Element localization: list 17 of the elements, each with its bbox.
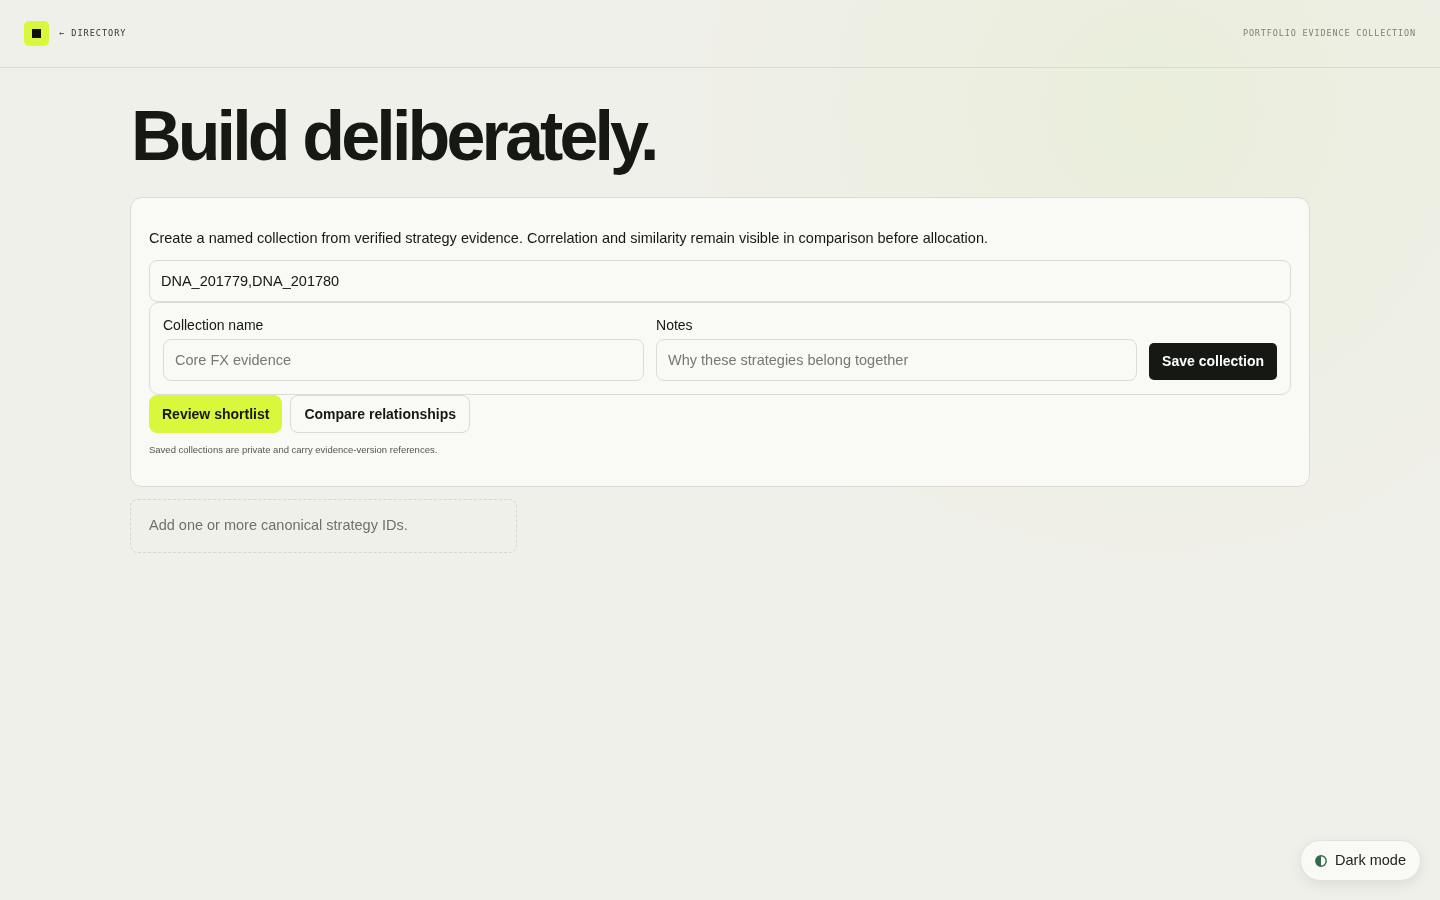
save-collection-button[interactable]: Save collection	[1149, 343, 1277, 380]
strategy-ids-field[interactable]: DNA_201779,DNA_201780	[149, 260, 1291, 302]
section-label: PORTFOLIO EVIDENCE COLLECTION	[1242, 27, 1416, 40]
back-link[interactable]: ← DIRECTORY	[59, 27, 127, 40]
dark-mode-toggle[interactable]: Dark mode	[1300, 840, 1421, 881]
logo-icon[interactable]	[24, 21, 49, 46]
field-label: Collection name	[163, 316, 264, 334]
footnote: Saved collections are private and carry evidence-version references.	[149, 444, 438, 456]
compare-relationships-button[interactable]: Compare relationships	[290, 395, 471, 433]
field-label: Notes	[656, 316, 693, 334]
half-circle-icon	[1315, 854, 1328, 867]
empty-state-text: Add one or more canonical strategy IDs.	[149, 516, 408, 536]
page-heading: Build deliberately.	[131, 96, 656, 177]
text-input-field[interactable]: Why these strategies belong together	[656, 339, 1138, 381]
text-input-field[interactable]: Core FX evidence	[163, 339, 645, 381]
review-shortlist-button[interactable]: Review shortlist	[149, 395, 283, 433]
form-description: Create a named collection from verified strategy evidence. Correlation and similarity remain visible in comparison before allocation.	[149, 229, 989, 247]
